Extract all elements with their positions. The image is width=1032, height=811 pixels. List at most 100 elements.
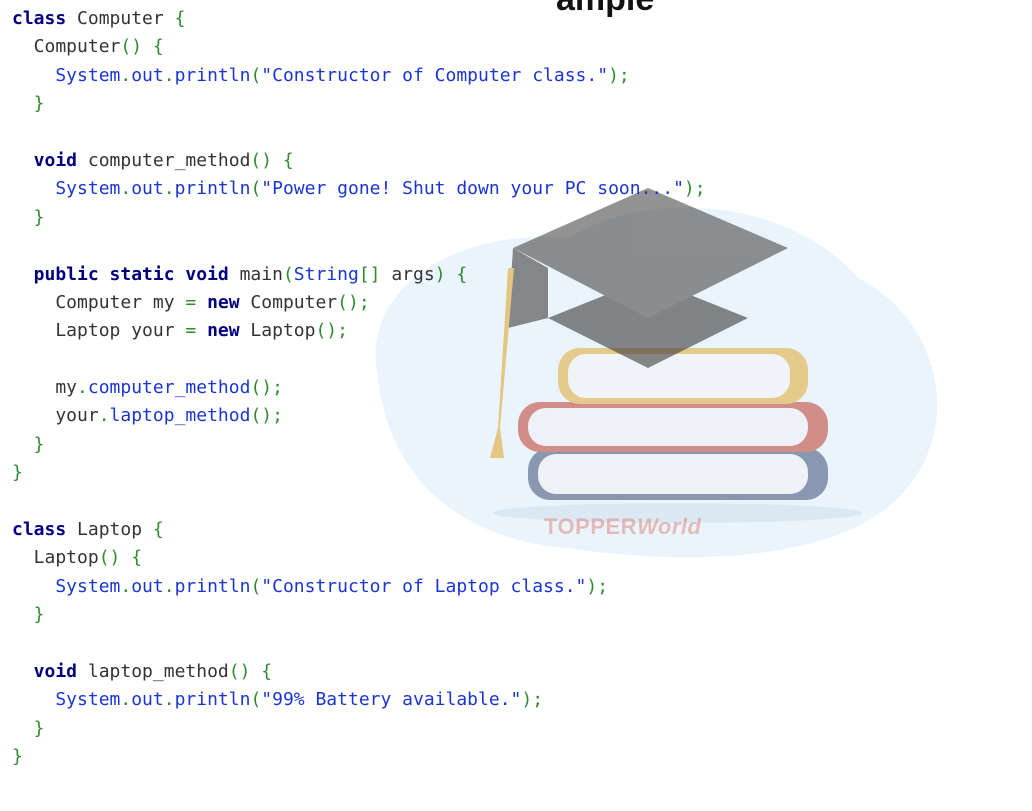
code-keyword: void xyxy=(12,149,78,171)
code-keyword: new xyxy=(196,320,240,342)
code-line: } xyxy=(12,715,706,743)
code-punctuation: = xyxy=(185,320,197,342)
code-punctuation: } xyxy=(12,604,45,626)
code-line: } xyxy=(12,743,706,771)
code-identifier: Laptop xyxy=(66,519,153,541)
code-punctuation: } xyxy=(12,206,45,228)
code-punctuation: . xyxy=(98,405,110,427)
code-punctuation: (); xyxy=(250,405,283,427)
code-punctuation: } xyxy=(12,717,45,739)
code-line: } xyxy=(12,431,706,459)
code-punctuation: } xyxy=(12,433,45,455)
code-punctuation: (); xyxy=(337,291,370,313)
code-punctuation: = xyxy=(185,291,197,313)
code-punctuation: . xyxy=(120,64,132,86)
code-string: computer_method xyxy=(87,377,251,399)
code-string: println xyxy=(174,64,251,86)
code-identifier: my xyxy=(12,377,78,399)
code-punctuation: (); xyxy=(250,377,283,399)
code-punctuation: } xyxy=(12,462,23,484)
code-string: System xyxy=(12,575,121,597)
code-punctuation: } xyxy=(12,746,23,768)
code-line: void laptop_method() { xyxy=(12,658,706,686)
code-punctuation: ); xyxy=(586,575,609,597)
code-line: System.out.println("Constructor of Compu… xyxy=(12,62,706,90)
code-identifier: Computer xyxy=(12,36,121,58)
code-line: } xyxy=(12,601,706,629)
code-punctuation: ( xyxy=(250,575,262,597)
code-punctuation: ( xyxy=(250,178,262,200)
code-line: System.out.println("99% Battery availabl… xyxy=(12,686,706,714)
code-punctuation: . xyxy=(77,377,88,399)
code-identifier: Computer xyxy=(239,291,338,313)
code-line: } xyxy=(12,459,706,487)
code-line: Computer() { xyxy=(12,33,706,61)
code-punctuation: () { xyxy=(228,660,273,682)
code-identifier: your xyxy=(12,405,99,427)
code-string: out xyxy=(131,178,164,200)
code-string: println xyxy=(174,178,251,200)
code-string: System xyxy=(12,64,121,86)
code-string: String xyxy=(293,263,359,285)
code-string: "Constructor of Computer class." xyxy=(261,64,609,86)
code-punctuation: . xyxy=(120,178,132,200)
code-string: out xyxy=(131,689,164,711)
code-string: "Constructor of Laptop class." xyxy=(261,575,587,597)
code-punctuation: ( xyxy=(282,263,294,285)
code-line: class Laptop { xyxy=(12,516,706,544)
code-punctuation: { xyxy=(152,519,164,541)
code-line: public static void main(String[] args) { xyxy=(12,261,706,289)
code-line: Laptop() { xyxy=(12,544,706,572)
code-punctuation: ); xyxy=(683,178,706,200)
code-punctuation: ( xyxy=(250,64,262,86)
code-keyword: public static void xyxy=(12,263,229,285)
code-identifier: Laptop xyxy=(12,547,99,569)
code-string: println xyxy=(174,689,251,711)
code-identifier: Laptop your xyxy=(12,320,186,342)
code-punctuation: ); xyxy=(608,64,630,86)
code-punctuation: ) { xyxy=(434,263,468,285)
code-identifier: args xyxy=(380,263,435,285)
code-punctuation: (); xyxy=(315,320,348,342)
code-punctuation: ); xyxy=(521,689,544,711)
code-punctuation: . xyxy=(163,64,175,86)
code-line: void computer_method() { xyxy=(12,147,706,175)
code-line: System.out.println("Constructor of Lapto… xyxy=(12,573,706,601)
code-string: out xyxy=(131,575,164,597)
code-identifier: Laptop xyxy=(239,320,316,342)
code-punctuation: { xyxy=(174,8,186,29)
code-string: System xyxy=(12,689,121,711)
code-string: "99% Battery available." xyxy=(261,689,522,711)
code-identifier: computer_method xyxy=(77,149,251,171)
code-punctuation: . xyxy=(120,575,132,597)
code-punctuation: ( xyxy=(250,689,262,711)
code-punctuation: () { xyxy=(98,547,143,569)
code-punctuation: } xyxy=(12,93,45,115)
code-keyword: void xyxy=(12,660,78,682)
code-string: laptop_method xyxy=(109,405,251,427)
code-line: Computer my = new Computer(); xyxy=(12,289,706,317)
code-identifier: Computer my xyxy=(12,291,186,313)
code-keyword: class xyxy=(12,519,67,541)
code-punctuation: () { xyxy=(120,36,164,58)
code-identifier: laptop_method xyxy=(77,660,229,682)
code-string: println xyxy=(174,575,251,597)
code-keyword: new xyxy=(196,291,240,313)
code-string: out xyxy=(131,64,164,86)
code-line: } xyxy=(12,204,706,232)
code-line: my.computer_method(); xyxy=(12,374,706,402)
code-punctuation: () { xyxy=(250,149,294,171)
code-line: class Computer { xyxy=(12,5,706,33)
code-identifier: main xyxy=(228,263,283,285)
code-keyword: class xyxy=(12,8,67,29)
code-string: "Power gone! Shut down your PC soon..." xyxy=(261,178,684,200)
code-punctuation: . xyxy=(163,178,175,200)
code-line: } xyxy=(12,90,706,118)
code-string: System xyxy=(12,178,121,200)
code-line: Laptop your = new Laptop(); xyxy=(12,317,706,345)
